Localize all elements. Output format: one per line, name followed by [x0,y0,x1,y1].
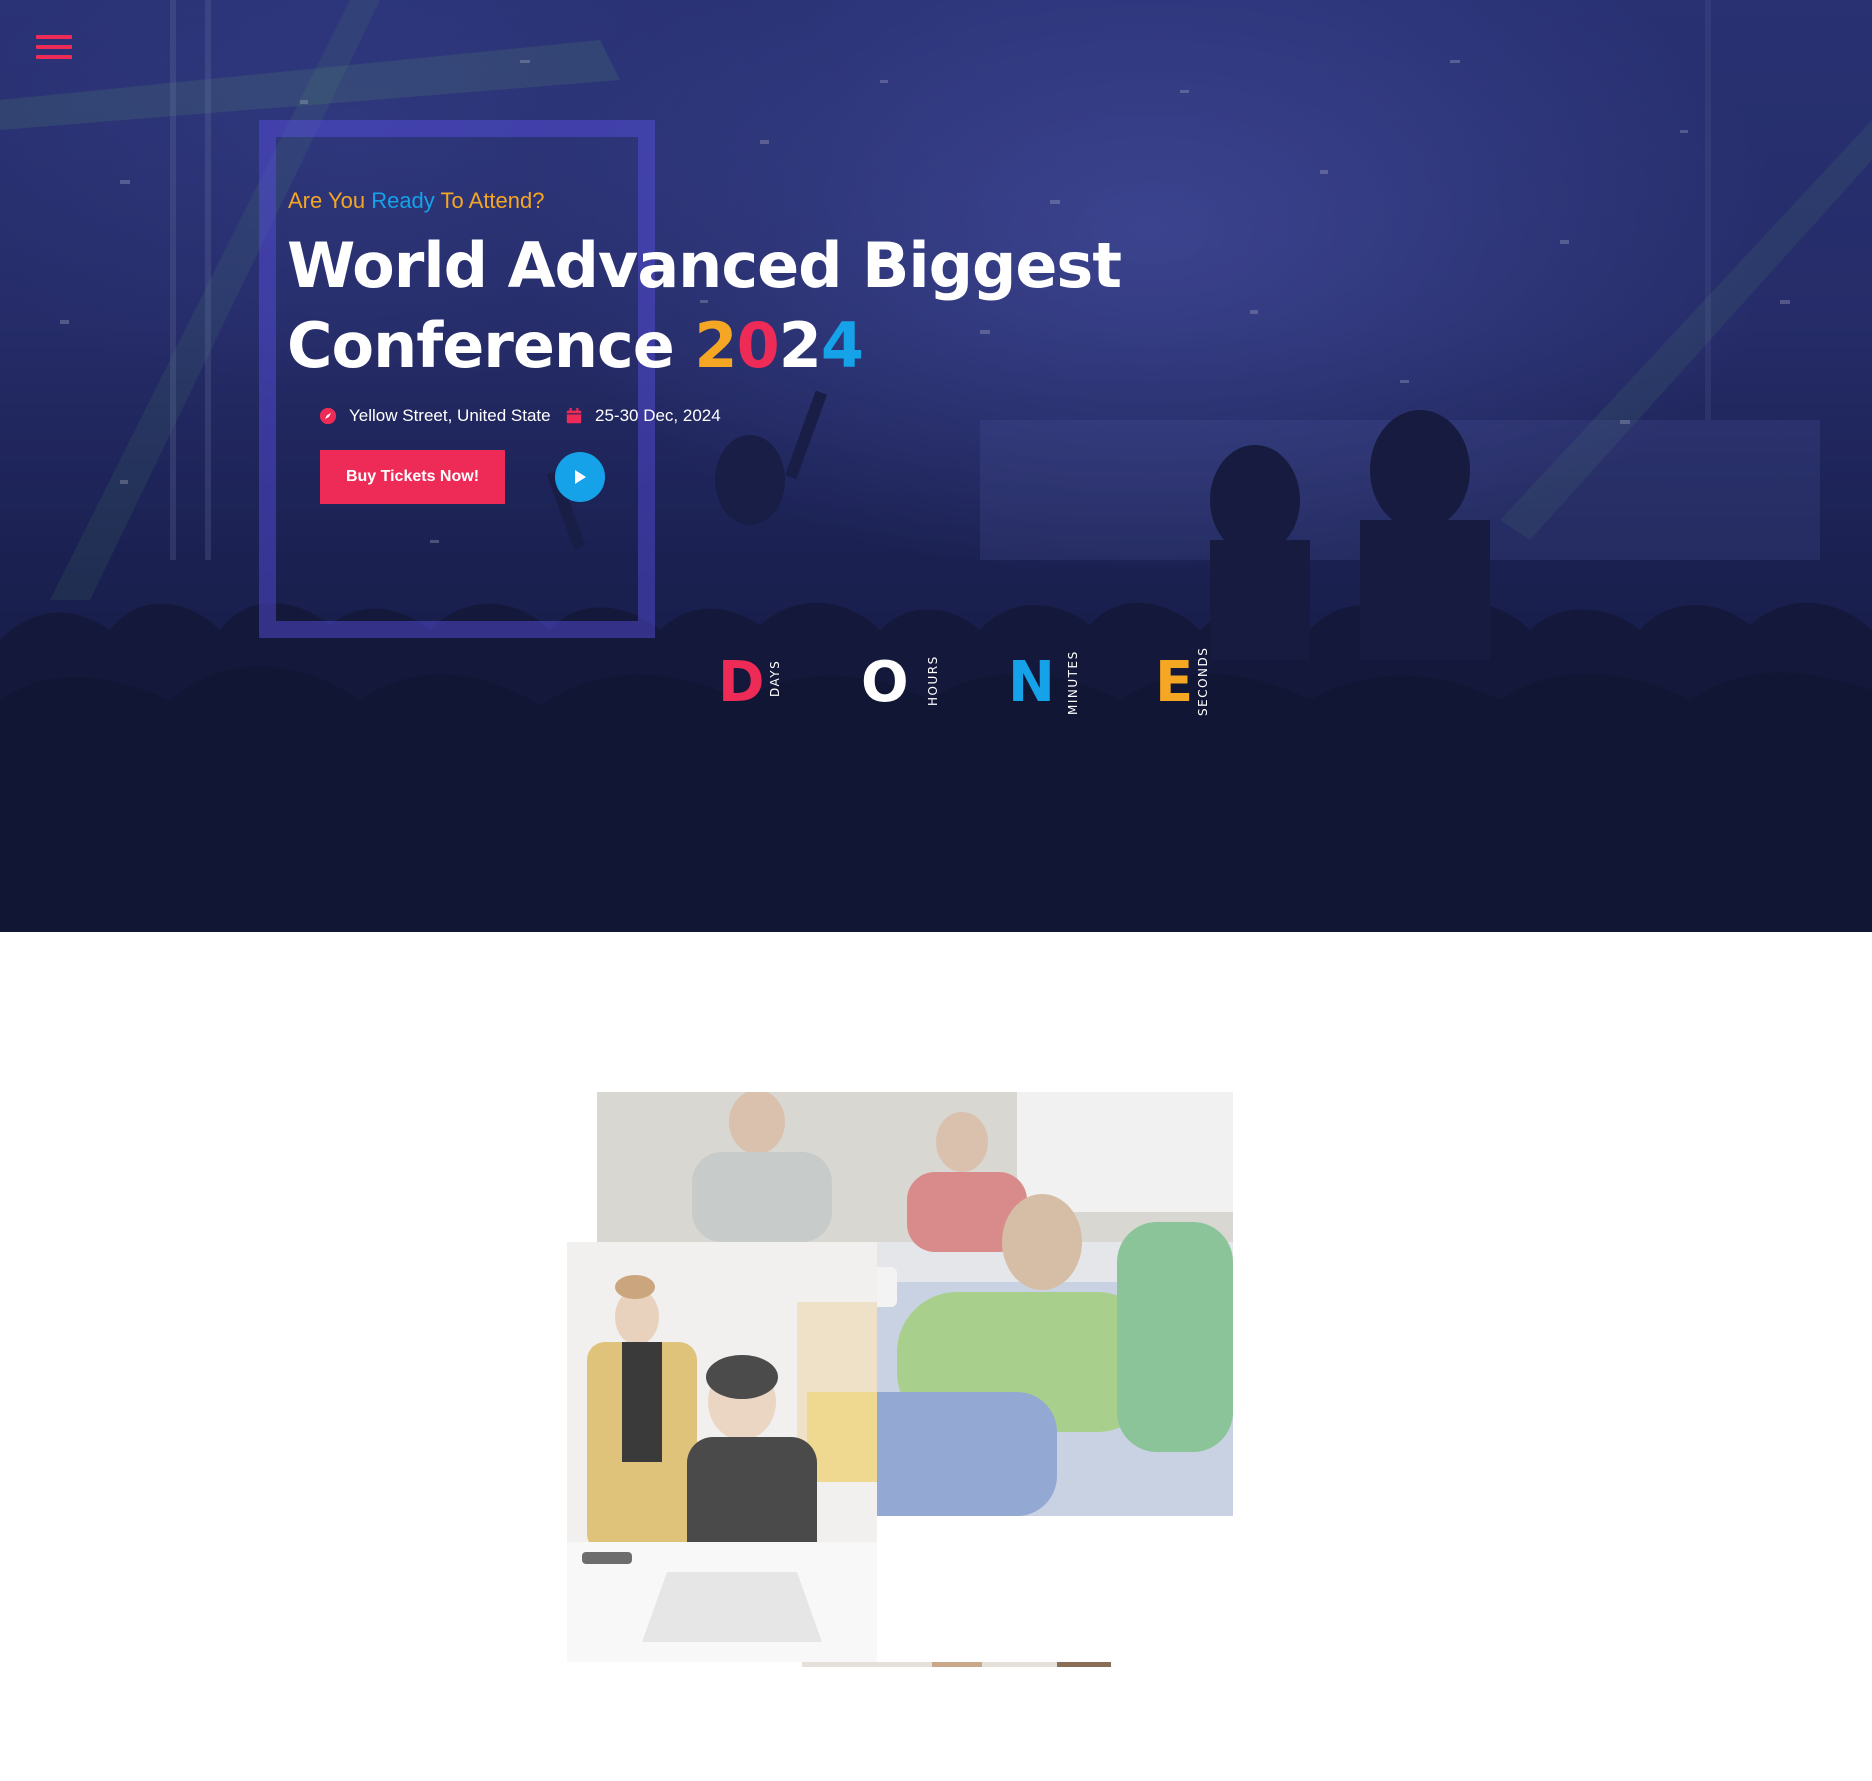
tagline-part-1: Are You [288,188,366,213]
title-plain-2: Conference [287,309,695,382]
year-digit-4: 4 [820,309,864,382]
hero-title-line-1: World Advanced Biggest [287,226,1123,306]
play-video-button[interactable] [555,452,605,502]
year-digit-3: 2 [778,309,822,382]
hero-title-line-2: Conference 2024 [287,306,1121,386]
hero-title: World Advanced Biggest Conference 2024 [287,226,1123,386]
hamburger-menu-icon[interactable] [36,35,72,67]
title-highlight: Biggest [862,226,1123,306]
conference-photo-strip [802,1662,1111,1667]
buy-tickets-button[interactable]: Buy Tickets Now! [320,450,505,504]
calendar-icon [566,407,582,424]
countdown-days-value: D [718,650,765,715]
countdown-days-label: DAYS [768,659,782,697]
compass-icon [319,407,337,425]
countdown-seconds-value: E [1155,650,1194,715]
event-location-text: Yellow Street, United State [349,406,551,425]
countdown-seconds-label: SECONDS [1196,646,1210,716]
event-date-text: 25-30 Dec, 2024 [595,406,721,425]
hero-section: Are You Ready To Attend? World Advanced … [0,0,1872,932]
title-plain-1: World Advanced [287,229,863,302]
conference-photo-strip-image [802,1662,1111,1667]
conference-photo-small [567,1242,877,1662]
countdown-hours-value: O [861,650,909,715]
event-location: Yellow Street, United State [319,406,551,426]
event-date: 25-30 Dec, 2024 [565,406,721,426]
conference-photo-small-image [567,1242,877,1662]
tagline-part-3: To Attend? [440,188,545,213]
countdown-hours-label: HOURS [926,655,940,706]
hero-tagline: Are You Ready To Attend? [288,188,545,214]
play-icon [575,470,586,484]
year-digit-2: 0 [736,309,780,382]
countdown-minutes-label: MINUTES [1066,650,1080,715]
tagline-part-2: Ready [371,188,435,213]
year-digit-1: 2 [694,309,737,382]
title-highlight-text: Biggest [862,229,1122,302]
countdown-minutes-value: N [1008,650,1055,715]
